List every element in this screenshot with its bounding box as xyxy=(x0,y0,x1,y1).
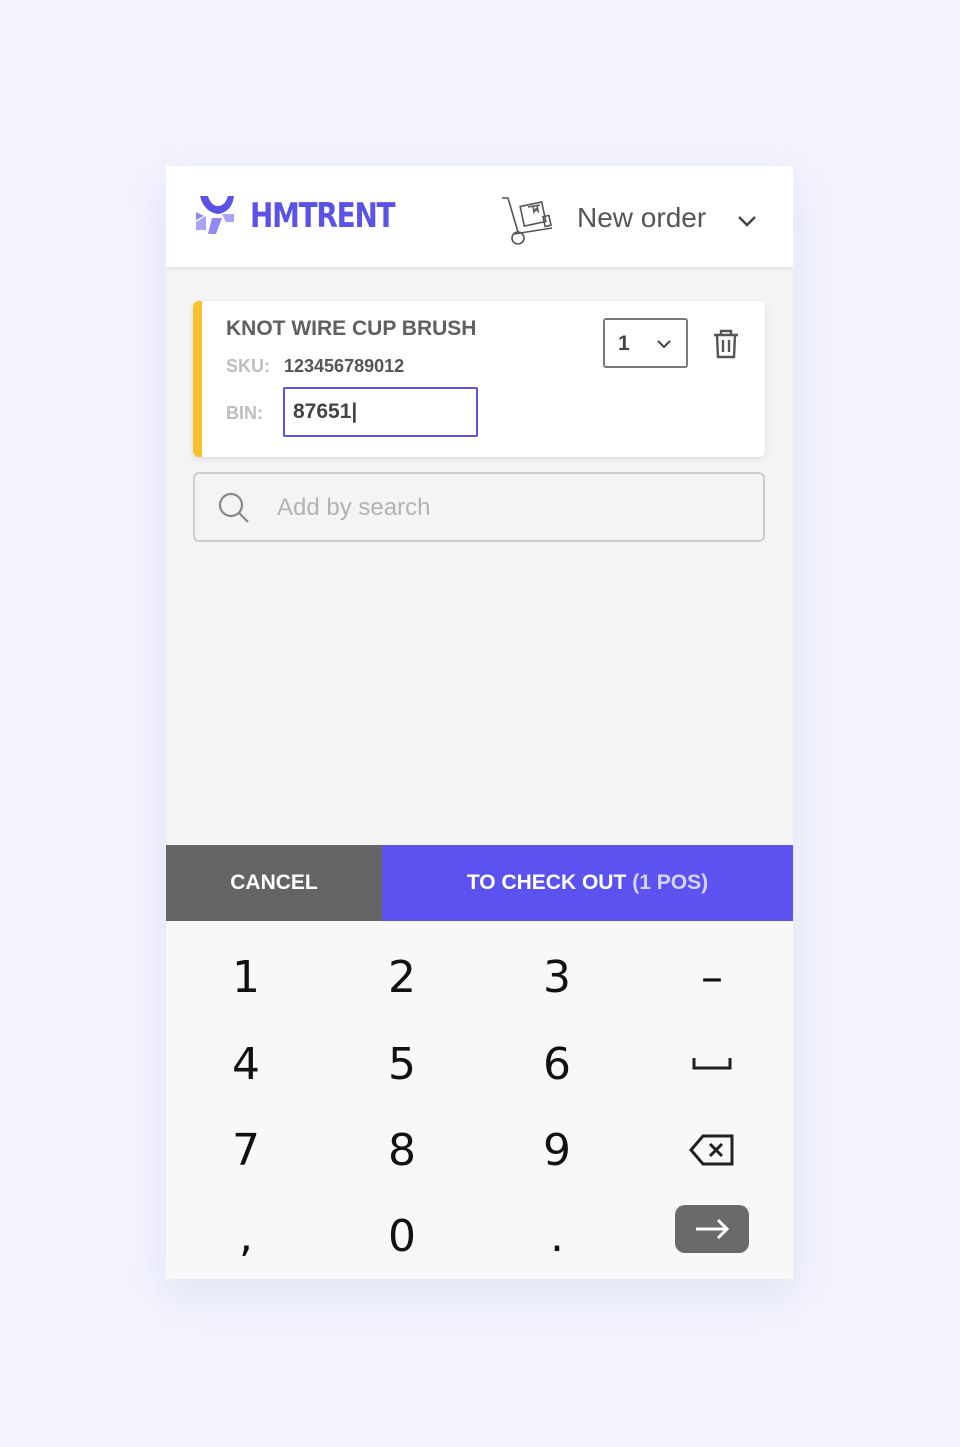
backspace-icon xyxy=(689,1134,734,1166)
key-5[interactable]: 5 xyxy=(324,1021,480,1107)
key-6[interactable]: 6 xyxy=(479,1021,635,1107)
order-item-card: KNOT WIRE CUP BRUSH SKU: 123456789012 BI… xyxy=(193,301,765,457)
search-icon xyxy=(218,492,249,523)
key-8[interactable]: 8 xyxy=(324,1107,480,1193)
key-dash[interactable]: – xyxy=(634,934,790,1020)
card-accent-bar xyxy=(193,301,202,457)
key-backspace[interactable] xyxy=(634,1107,790,1193)
search-input[interactable] xyxy=(275,484,739,532)
trash-icon[interactable] xyxy=(712,328,740,360)
hand-truck-icon xyxy=(502,197,553,245)
logo-mark xyxy=(196,196,234,234)
key-period[interactable]: . xyxy=(479,1193,635,1279)
key-9[interactable]: 9 xyxy=(479,1107,635,1193)
space-icon xyxy=(692,1058,732,1070)
sku-value: 123456789012 xyxy=(284,356,405,376)
key-enter[interactable] xyxy=(675,1205,749,1253)
quantity-select[interactable]: 1 xyxy=(603,318,688,368)
arrow-right-icon xyxy=(696,1218,730,1240)
item-title: KNOT WIRE CUP BRUSH xyxy=(226,317,477,340)
app-screen: HMTRENT New order KNOT WIRE CUP BRUSH SK… xyxy=(166,166,793,1279)
bin-label: BIN: xyxy=(226,403,263,423)
checkout-button[interactable]: TO CHECK OUT (1 POS) xyxy=(382,845,793,921)
numeric-keypad: 1 2 3 – 4 5 6 7 8 9 , 0 . xyxy=(166,921,793,1279)
key-space[interactable] xyxy=(634,1021,790,1107)
cancel-button[interactable]: CANCEL xyxy=(166,845,382,921)
chevron-down-icon xyxy=(738,216,756,227)
app-header: HMTRENT New order xyxy=(166,166,793,267)
bin-input[interactable] xyxy=(283,387,478,437)
key-comma[interactable]: , xyxy=(168,1193,324,1279)
checkout-label: TO CHECK OUT xyxy=(466,871,627,894)
checkout-count: (1 POS) xyxy=(632,871,709,894)
brand-name: HMTRENT xyxy=(250,196,396,236)
key-2[interactable]: 2 xyxy=(324,934,480,1020)
order-label: New order xyxy=(577,202,707,233)
quantity-value: 1 xyxy=(618,332,630,355)
sku-label: SKU: xyxy=(226,356,270,376)
key-4[interactable]: 4 xyxy=(168,1021,324,1107)
add-by-search[interactable] xyxy=(193,472,765,542)
chevron-down-icon xyxy=(657,340,671,349)
key-1[interactable]: 1 xyxy=(168,934,324,1020)
key-0[interactable]: 0 xyxy=(324,1193,480,1279)
order-selector[interactable]: New order xyxy=(500,192,770,246)
key-3[interactable]: 3 xyxy=(479,934,635,1020)
key-7[interactable]: 7 xyxy=(168,1107,324,1193)
